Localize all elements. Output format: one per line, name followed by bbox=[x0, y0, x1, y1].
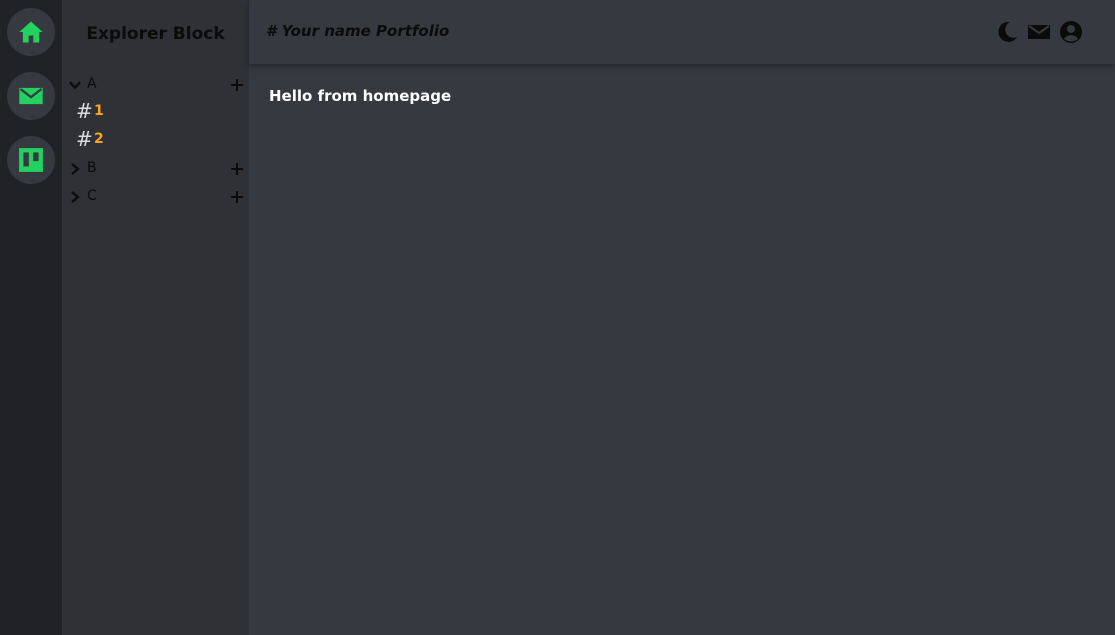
folder-a[interactable]: A bbox=[62, 74, 249, 98]
home-button[interactable] bbox=[7, 8, 55, 56]
channel-label[interactable]: 2 bbox=[94, 131, 104, 147]
hash-icon: # bbox=[76, 127, 93, 151]
mail-icon bbox=[19, 87, 43, 105]
trello-icon bbox=[19, 148, 43, 172]
folder-b[interactable]: B bbox=[62, 158, 249, 182]
chevron-right-icon[interactable] bbox=[68, 190, 82, 204]
plus-icon[interactable] bbox=[230, 78, 244, 92]
plus-icon[interactable] bbox=[230, 162, 244, 176]
mail-button[interactable] bbox=[7, 72, 55, 120]
chevron-right-icon[interactable] bbox=[68, 162, 82, 176]
server-rail bbox=[0, 0, 62, 635]
user-circle-icon[interactable] bbox=[1059, 20, 1083, 44]
plus-icon[interactable] bbox=[230, 190, 244, 204]
moon-icon[interactable] bbox=[995, 20, 1019, 44]
folder-label[interactable]: C bbox=[87, 188, 97, 204]
home-icon bbox=[19, 21, 43, 43]
page-title: # Your name Portfolio bbox=[266, 22, 450, 40]
explorer-sidebar: Explorer Block A # 1 # 2 B C bbox=[62, 0, 249, 635]
main-message: Hello from homepage bbox=[269, 87, 452, 105]
channel-label[interactable]: 1 bbox=[94, 103, 104, 119]
mail-icon[interactable] bbox=[1027, 20, 1051, 44]
header-bar: # Your name Portfolio bbox=[249, 0, 1115, 64]
folder-c[interactable]: C bbox=[62, 186, 249, 210]
folder-label[interactable]: B bbox=[87, 160, 97, 176]
explorer-title: Explorer Block bbox=[86, 24, 225, 44]
hash-icon: # bbox=[76, 99, 93, 123]
chevron-down-icon[interactable] bbox=[68, 78, 82, 92]
trello-button[interactable] bbox=[7, 136, 55, 184]
folder-label[interactable]: A bbox=[87, 76, 97, 92]
